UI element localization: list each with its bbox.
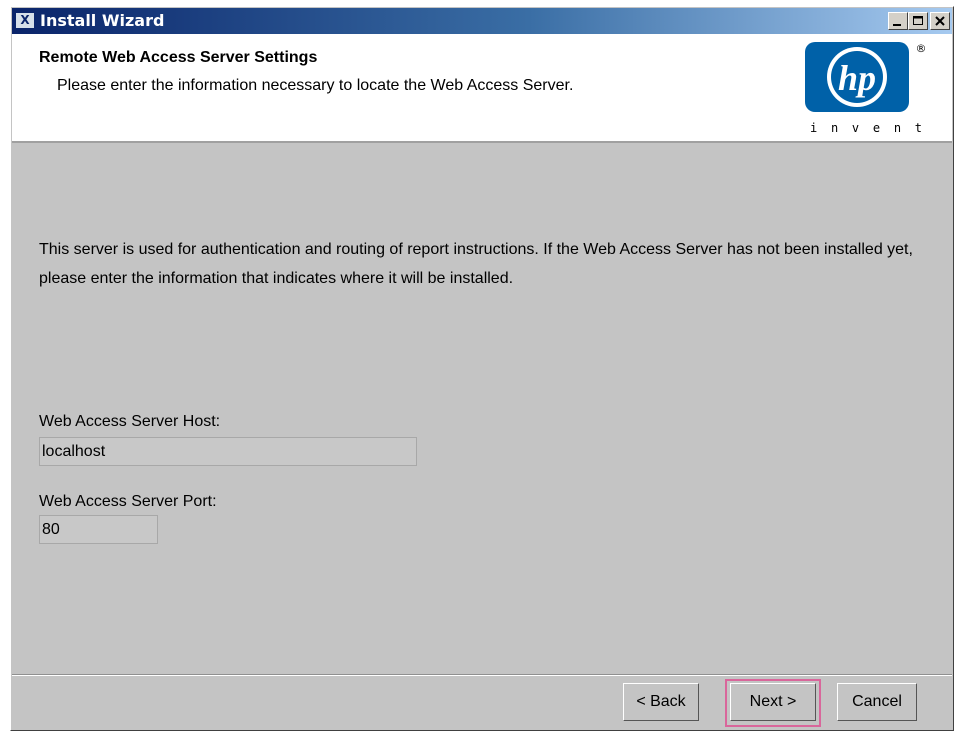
close-icon bbox=[935, 16, 945, 26]
close-button[interactable] bbox=[930, 12, 950, 30]
minimize-button[interactable] bbox=[888, 12, 908, 30]
maximize-icon bbox=[913, 16, 923, 25]
next-button[interactable]: Next > bbox=[730, 683, 816, 721]
page-title: Remote Web Access Server Settings bbox=[39, 49, 318, 66]
hp-logo: hp ® invent bbox=[805, 42, 927, 135]
maximize-button[interactable] bbox=[908, 12, 928, 30]
java-x-icon: X bbox=[16, 13, 34, 28]
hp-tagline: invent bbox=[810, 121, 922, 135]
hp-logo-mark: hp bbox=[838, 58, 876, 98]
wizard-header: Remote Web Access Server Settings Please… bbox=[12, 34, 952, 143]
footer-divider bbox=[12, 674, 952, 676]
install-wizard-window: X Install Wizard Remote Web Access Serve… bbox=[10, 6, 954, 731]
registered-mark: ® bbox=[916, 42, 927, 55]
title-bar[interactable]: X Install Wizard bbox=[12, 8, 952, 34]
page-subtitle: Please enter the information necessary t… bbox=[57, 77, 574, 94]
description-text: This server is used for authentication a… bbox=[39, 241, 913, 287]
host-input[interactable] bbox=[39, 437, 417, 466]
port-input[interactable] bbox=[39, 515, 158, 544]
cancel-button[interactable]: Cancel bbox=[837, 683, 917, 721]
minimize-icon bbox=[893, 24, 901, 26]
port-label: Web Access Server Port: bbox=[39, 493, 217, 510]
back-button[interactable]: < Back bbox=[623, 683, 699, 721]
window-title: Install Wizard bbox=[40, 11, 165, 30]
host-label: Web Access Server Host: bbox=[39, 413, 221, 430]
